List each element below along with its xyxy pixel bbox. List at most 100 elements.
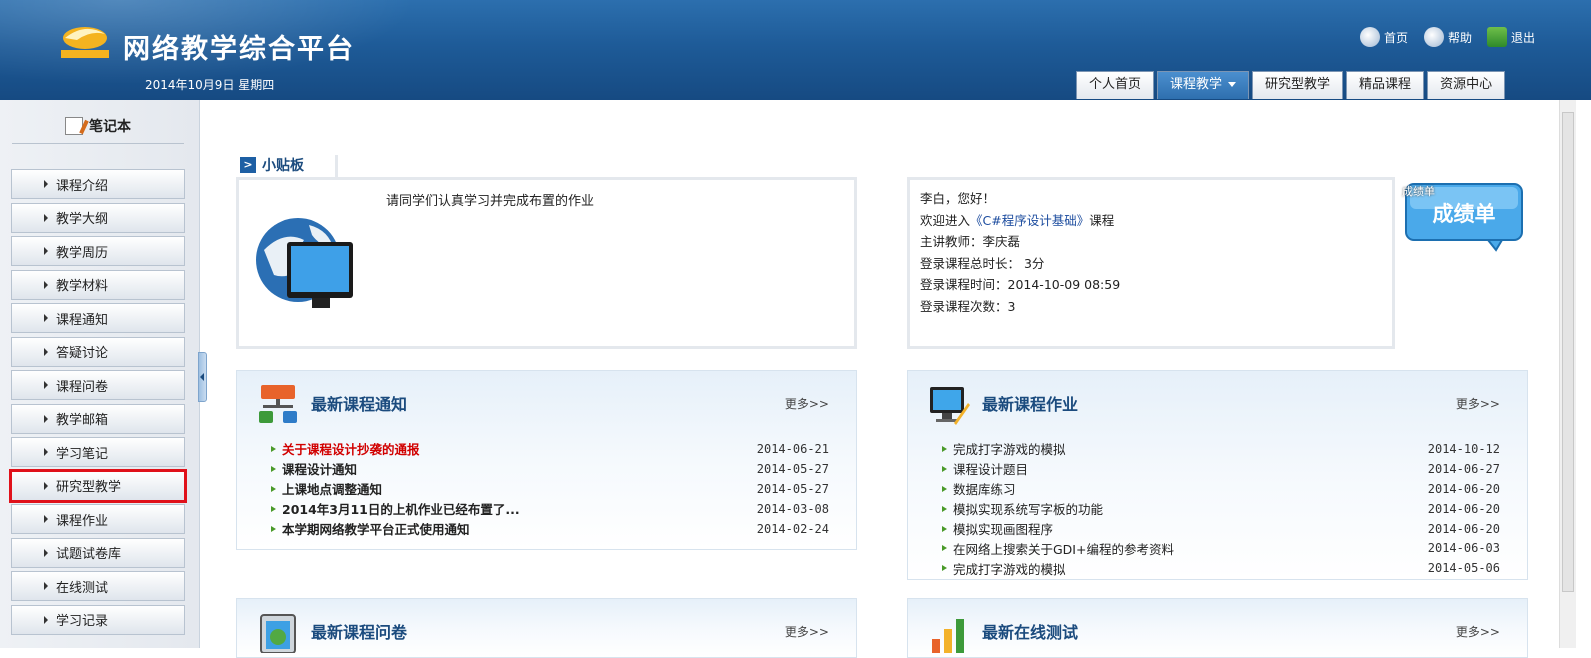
homework-title[interactable]: 在网络上搜索关于GDI+编程的参考资料	[942, 539, 1174, 558]
sidebar-item-label: 课程问卷	[56, 379, 109, 395]
tab-label: 资源中心	[1440, 77, 1493, 92]
welcome-line: 欢迎进入《C#程序设计基础》课程	[920, 210, 1120, 232]
tab-label: 研究型教学	[1265, 77, 1331, 92]
vertical-scrollbar[interactable]	[1559, 100, 1576, 648]
course-name-link[interactable]: 《C#程序设计基础》	[970, 213, 1089, 228]
sidebar-item-question-bank[interactable]: 试题试卷库	[11, 537, 185, 568]
sidebar-item-course-intro[interactable]: 课程介绍	[11, 169, 185, 199]
tab-label: 个人首页	[1089, 77, 1142, 92]
homework-title[interactable]: 数据库练习	[942, 479, 1016, 498]
sidebar-item-label: 教学邮箱	[56, 413, 109, 428]
notice-title[interactable]: 课程设计通知	[271, 459, 357, 478]
sidebar-item-label: 教学材料	[56, 279, 109, 294]
sidebar-item-online-test[interactable]: 在线测试	[11, 571, 185, 601]
sidebar-item-weekly-calendar[interactable]: 教学周历	[11, 236, 185, 266]
tab-resource-center[interactable]: 资源中心	[1427, 71, 1506, 99]
sidebar-collapse-handle[interactable]	[198, 352, 207, 402]
notice-title[interactable]: 2014年3月11日的上机作业已经布置了...	[271, 499, 520, 518]
home-link-label: 首页	[1384, 30, 1409, 45]
list-item[interactable]: 本学期网络教学平台正式使用通知 2014-02-24	[271, 519, 829, 539]
list-item[interactable]: 课程设计通知 2014-05-27	[271, 459, 829, 479]
list-item[interactable]: 完成打字游戏的模拟 2014-10-12	[942, 439, 1500, 459]
scrollbar-thumb[interactable]	[1562, 112, 1574, 592]
survey-clipboard-icon	[260, 614, 296, 653]
tab-research-teaching[interactable]: 研究型教学	[1252, 71, 1344, 99]
sidebar-item-homework[interactable]: 课程作业	[11, 504, 185, 534]
notice-title[interactable]: 关于课程设计抄袭的通报	[271, 439, 420, 458]
more-link[interactable]: 更多>>	[1456, 395, 1500, 412]
greeting: 李白，您好！	[920, 191, 996, 206]
sidebar-item-label: 在线测试	[56, 580, 109, 596]
list-item[interactable]: 数据库练习 2014-06-20	[942, 479, 1500, 499]
help-link[interactable]: 帮助	[1424, 27, 1472, 47]
homework-title[interactable]: 模拟实现系统写字板的功能	[942, 499, 1103, 518]
sidebar-menu: 课程介绍 教学大纲 教学周历 教学材料 课程通知 答疑讨论 课程问卷 教学邮箱 …	[9, 169, 187, 638]
sidebar-item-notices[interactable]: 课程通知	[11, 303, 185, 333]
homework-title[interactable]: 完成打字游戏的模拟	[942, 439, 1066, 458]
tab-personal-home[interactable]: 个人首页	[1076, 71, 1155, 99]
home-link[interactable]: 首页	[1360, 27, 1408, 47]
tips-title: 小贴板	[262, 158, 304, 174]
sidebar-item-study-notes[interactable]: 学习笔记	[11, 437, 185, 467]
sidebar-item-research-teaching[interactable]: 研究型教学	[9, 468, 187, 503]
notice-date: 2014-06-21	[756, 441, 829, 456]
eol-logo-icon	[61, 27, 109, 58]
header-banner: 网络教学综合平台 2014年10月9日 星期四 首页 帮助 退出 个人首页 课程…	[0, 0, 1591, 100]
list-item[interactable]: 模拟实现系统写字板的功能 2014-06-20	[942, 499, 1500, 519]
sidebar-item-label: 研究型教学	[56, 480, 122, 495]
help-bulb-icon	[1424, 27, 1444, 47]
help-link-label: 帮助	[1448, 30, 1473, 45]
list-item[interactable]: 上课地点调整通知 2014-05-27	[271, 479, 829, 499]
sidebar-item-study-record[interactable]: 学习记录	[11, 604, 185, 635]
login-time: 登录课程时间：2014-10-09 08:59	[920, 277, 1121, 293]
more-link[interactable]: 更多>>	[785, 395, 829, 412]
notebook-button[interactable]: 笔记本	[12, 108, 184, 144]
more-link[interactable]: 更多>>	[1456, 623, 1500, 640]
tab-course-teaching[interactable]: 课程教学	[1157, 71, 1250, 99]
home-icon	[1360, 27, 1380, 47]
notebook-label: 笔记本	[89, 118, 131, 135]
exit-icon	[1487, 27, 1507, 47]
sidebar-item-label: 答疑讨论	[56, 346, 109, 361]
panel-title: 最新课程通知	[311, 395, 408, 414]
sidebar-item-label: 教学周历	[56, 245, 109, 261]
homework-date: 2014-10-12	[1427, 441, 1500, 456]
logout-link[interactable]: 退出	[1487, 27, 1535, 47]
login-count: 登录课程次数：3	[920, 298, 1016, 314]
list-item[interactable]: 2014年3月11日的上机作业已经布置了... 2014-03-08	[271, 499, 829, 519]
sidebar-item-qa[interactable]: 答疑讨论	[11, 336, 185, 367]
tips-text: 请同学们认真学习并完成布置的作业	[386, 194, 595, 209]
welcome-suffix: 课程	[1089, 212, 1115, 228]
main-nav-tabs: 个人首页 课程教学 研究型教学 精品课程 资源中心	[1076, 71, 1506, 99]
sidebar-item-surveys[interactable]: 课程问卷	[11, 370, 185, 400]
logout-link-label: 退出	[1511, 30, 1536, 45]
site-title: 网络教学综合平台	[123, 34, 355, 65]
homework-title[interactable]: 模拟实现画图程序	[942, 519, 1053, 538]
globe-computer-icon	[256, 218, 353, 308]
list-item[interactable]: 模拟实现画图程序 2014-06-20	[942, 519, 1500, 539]
homework-date: 2014-06-20	[1427, 481, 1500, 496]
tips-header: > 小贴板	[240, 152, 304, 178]
homework-title[interactable]: 完成打字游戏的模拟	[942, 559, 1066, 578]
notice-title[interactable]: 本学期网络教学平台正式使用通知	[271, 519, 470, 538]
sidebar-item-materials[interactable]: 教学材料	[11, 269, 185, 300]
notebook-icon	[65, 116, 83, 135]
tab-quality-courses[interactable]: 精品课程	[1346, 71, 1425, 99]
list-item[interactable]: 在网络上搜索关于GDI+编程的参考资料 2014-06-03	[942, 538, 1500, 558]
notices-list: 关于课程设计抄袭的通报 2014-06-21 课程设计通知 2014-05-27 上…	[271, 439, 829, 538]
homework-title[interactable]: 课程设计题目	[942, 459, 1028, 478]
list-item[interactable]: 关于课程设计抄袭的通报 2014-06-21	[271, 439, 829, 459]
list-item[interactable]: 完成打字游戏的模拟 2014-05-06	[942, 558, 1500, 578]
tests-panel: 最新在线测试 更多>>	[907, 598, 1528, 658]
sidebar-item-syllabus[interactable]: 教学大纲	[11, 202, 185, 233]
list-item[interactable]: 课程设计题目 2014-06-27	[942, 459, 1500, 479]
notice-date: 2014-05-27	[756, 461, 829, 476]
homework-date: 2014-06-20	[1427, 521, 1500, 536]
more-link[interactable]: 更多>>	[785, 623, 829, 640]
sidebar-item-mailbox[interactable]: 教学邮箱	[11, 403, 185, 434]
arrow-right-icon: >	[240, 157, 256, 173]
panel-title: 最新在线测试	[982, 623, 1079, 642]
notices-panel: 最新课程通知 更多>> 关于课程设计抄袭的通报 2014-06-21 课程设计通知…	[236, 370, 857, 550]
chevron-down-icon	[1228, 82, 1237, 87]
notice-title[interactable]: 上课地点调整通知	[271, 479, 382, 498]
